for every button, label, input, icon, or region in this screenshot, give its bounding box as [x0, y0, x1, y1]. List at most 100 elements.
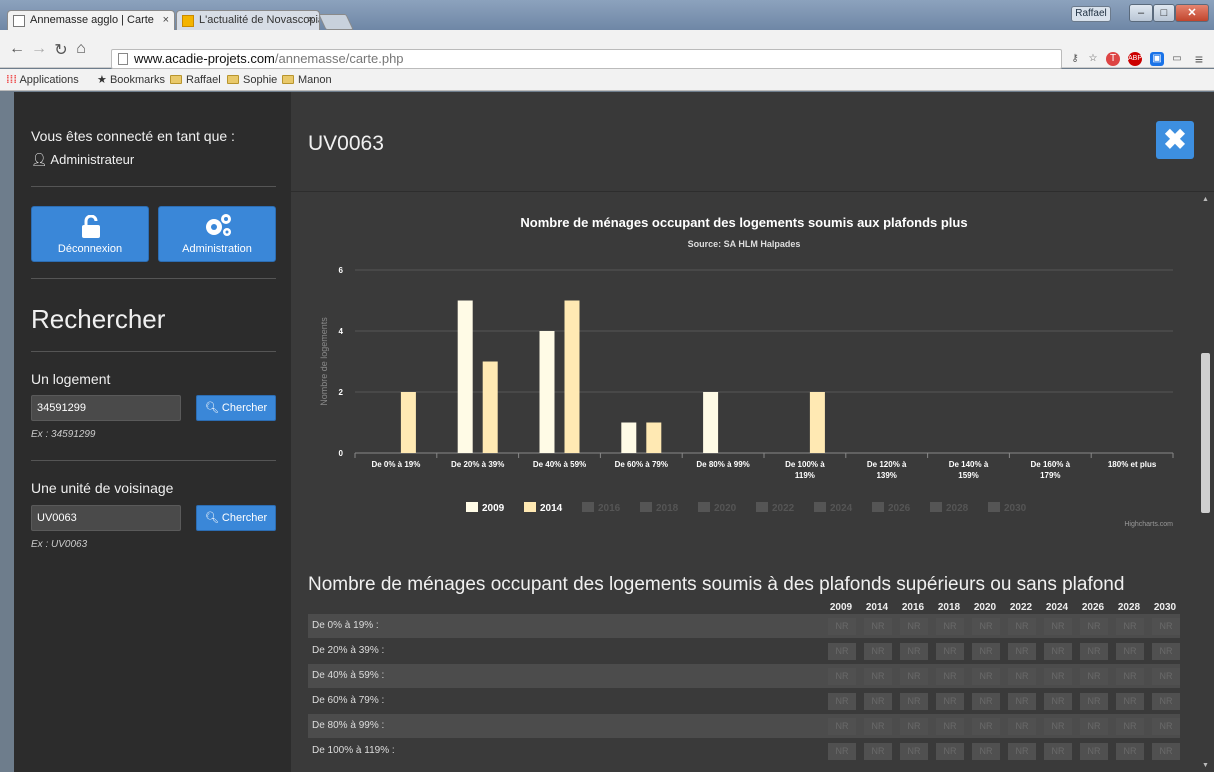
x-tick-label: De 100% à: [785, 460, 825, 469]
tab-close-icon[interactable]: ×: [163, 14, 169, 26]
translate-extension-icon[interactable]: T: [1106, 52, 1120, 66]
bar-2014: [482, 361, 498, 453]
address-bar[interactable]: www.acadie-projets.com/annemasse/carte.p…: [111, 49, 1062, 69]
adblock-icon[interactable]: ABP: [1128, 52, 1142, 66]
profile-button[interactable]: Raffael: [1071, 6, 1111, 22]
forward-arrow-icon[interactable]: →: [30, 40, 48, 58]
table-title: Nombre de ménages occupant des logements…: [308, 574, 1125, 595]
search-icon: 🔍︎: [204, 512, 219, 524]
scroll-down-icon[interactable]: ▼: [1202, 762, 1209, 769]
bookmark-manon[interactable]: Manon: [282, 69, 332, 91]
table-row: De 20% à 39% : NR NR NR NR NR NR NR NR NR NR: [308, 639, 1180, 663]
star-icon[interactable]: ☆: [1086, 52, 1100, 66]
maximize-button[interactable]: □: [1153, 4, 1175, 22]
bookmark-raffael[interactable]: Raffael: [170, 69, 221, 91]
connected-label: Vous êtes connecté en tant que :: [31, 128, 235, 144]
bookmark-label: Applications: [19, 74, 79, 86]
close-panel-button[interactable]: ✖: [1156, 121, 1194, 159]
scrollbar-thumb[interactable]: [1201, 353, 1210, 513]
panel-content: Nombre de ménages occupant des logements…: [291, 193, 1196, 772]
nr-cell: NR: [900, 668, 928, 685]
nr-cell: NR: [1116, 743, 1144, 760]
back-arrow-icon[interactable]: ←: [8, 40, 26, 58]
year-header: 2009: [829, 602, 853, 613]
legend-swatch: [988, 502, 1000, 512]
nr-cell: NR: [1008, 743, 1036, 760]
menu-icon[interactable]: ≡: [1192, 52, 1206, 66]
nr-cell: NR: [972, 743, 1000, 760]
year-header: 2024: [1045, 602, 1069, 613]
year-header: 2014: [865, 602, 889, 613]
neighborhood-search-button[interactable]: 🔍︎ Chercher: [196, 505, 276, 531]
housing-label: Un logement: [31, 371, 111, 387]
home-icon[interactable]: ⌂: [72, 40, 90, 58]
x-tick-label: 179%: [1040, 471, 1060, 480]
y-axis-label: Nombre de logements: [319, 317, 329, 406]
scroll-up-icon[interactable]: ▲: [1202, 196, 1209, 203]
bar-2014: [400, 392, 416, 453]
user-name: 👤︎ Administrateur: [31, 152, 134, 168]
x-tick-label: De 20% à 39%: [451, 460, 504, 469]
nr-cell: NR: [1044, 668, 1072, 685]
nr-cell: NR: [1116, 718, 1144, 735]
bookmark-applications[interactable]: ⁞⁞⁞ Applications: [6, 69, 79, 91]
x-tick-label: 119%: [795, 471, 815, 480]
reload-icon[interactable]: ↻: [52, 40, 70, 60]
nr-cell: NR: [1152, 668, 1180, 685]
housing-search-button[interactable]: 🔍︎ Chercher: [196, 395, 276, 421]
x-tick-label: De 140% à: [949, 460, 989, 469]
nr-cell: NR: [1116, 643, 1144, 660]
neighborhood-label: Une unité de voisinage: [31, 480, 174, 496]
bookmark-label: Raffael: [186, 74, 221, 86]
x-tick-label: De 160% à: [1031, 460, 1071, 469]
extension-icon[interactable]: ▣: [1150, 52, 1164, 66]
nr-cell: NR: [936, 718, 964, 735]
nr-cell: NR: [864, 668, 892, 685]
bookmark-sophie[interactable]: Sophie: [227, 69, 277, 91]
nr-cell: NR: [1008, 668, 1036, 685]
legend-swatch: [872, 502, 884, 512]
neighborhood-search-input[interactable]: UV0063: [31, 505, 181, 531]
nr-cell: NR: [972, 693, 1000, 710]
nr-cell: NR: [1008, 643, 1036, 660]
nr-cell: NR: [936, 693, 964, 710]
tab-close-icon[interactable]: ×: [308, 14, 314, 26]
legend-item-2028: 2028: [946, 503, 969, 514]
nr-cell: NR: [936, 643, 964, 660]
nr-cell: NR: [1152, 643, 1180, 660]
logout-button[interactable]: Déconnexion: [31, 206, 149, 262]
y-tick-label: 0: [339, 449, 344, 458]
key-icon[interactable]: ⚷: [1068, 52, 1082, 66]
administration-button[interactable]: Administration: [158, 206, 276, 262]
bar-2014: [564, 300, 580, 453]
cast-icon[interactable]: ▭: [1170, 52, 1184, 66]
nr-cell: NR: [1080, 668, 1108, 685]
housing-search-input[interactable]: 34591299: [31, 395, 181, 421]
year-header: 2028: [1117, 602, 1141, 613]
divider: [31, 460, 276, 461]
nr-cell: NR: [972, 718, 1000, 735]
page-title: UV0063: [308, 132, 384, 155]
window-close-button[interactable]: ✕: [1175, 4, 1209, 22]
nr-cell: NR: [1044, 693, 1072, 710]
nr-cell: NR: [1008, 618, 1036, 635]
new-tab-button[interactable]: [318, 14, 354, 30]
minimize-button[interactable]: –: [1129, 4, 1153, 22]
tab-novascopia[interactable]: L'actualité de Novascopia ×: [176, 10, 320, 31]
nr-cell: NR: [1080, 618, 1108, 635]
scrollbar[interactable]: ▲ ▼: [1196, 193, 1214, 772]
bookmark-label: Bookmarks: [109, 74, 165, 86]
nr-cell: NR: [1080, 718, 1108, 735]
bookmark-bookmarks[interactable]: ★ Bookmarks: [97, 69, 165, 91]
x-tick-label: 139%: [876, 471, 896, 480]
gears-icon: [206, 214, 231, 236]
nr-cell: NR: [900, 618, 928, 635]
year-header: 2020: [973, 602, 997, 613]
year-header: 2030: [1153, 602, 1177, 613]
tab-annemasse[interactable]: Annemasse agglo | Carte ×: [7, 10, 175, 31]
window-titlebar: Annemasse agglo | Carte × L'actualité de…: [0, 0, 1214, 31]
chart-subtitle: Source: SA HLM Halpades: [688, 239, 801, 249]
y-tick-label: 2: [339, 388, 344, 397]
bar-2009: [621, 422, 637, 453]
nr-cell: NR: [936, 618, 964, 635]
